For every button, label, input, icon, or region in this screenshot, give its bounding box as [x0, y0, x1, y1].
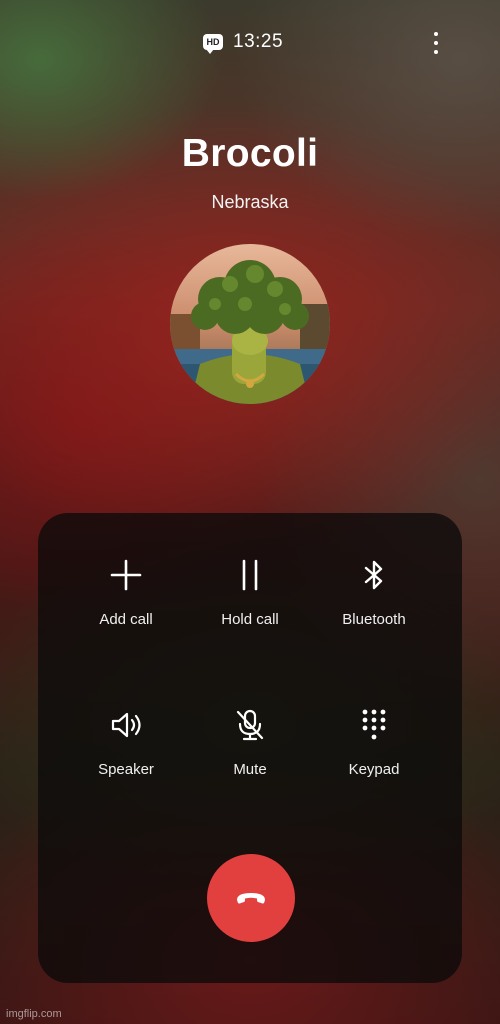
hold-call-label: Hold call [221, 611, 279, 628]
speaker-label: Speaker [98, 761, 154, 778]
mute-button[interactable]: Mute [180, 707, 320, 797]
more-options-icon[interactable] [424, 30, 448, 56]
hd-voice-icon: HD [203, 34, 223, 54]
speaker-icon [108, 707, 144, 743]
bluetooth-button[interactable]: Bluetooth [304, 557, 444, 647]
hold-call-button[interactable]: Hold call [180, 557, 320, 647]
status-bar: HD 13:25 [0, 28, 500, 56]
status-center: HD 13:25 [203, 28, 283, 56]
add-call-label: Add call [99, 611, 153, 628]
add-call-button[interactable]: Add call [56, 557, 196, 647]
watermark: imgflip.com [6, 1008, 62, 1020]
keypad-button[interactable]: Keypad [304, 707, 444, 797]
keypad-label: Keypad [348, 761, 400, 778]
clock: 13:25 [233, 31, 284, 52]
bluetooth-label: Bluetooth [342, 611, 406, 628]
bluetooth-icon [356, 557, 392, 593]
caller-location: Nebraska [211, 192, 289, 212]
phone-hangup-icon [237, 893, 265, 904]
caller-name: Brocoli [181, 132, 319, 175]
pause-icon [232, 557, 268, 593]
mic-off-icon [232, 707, 268, 743]
plus-icon [108, 557, 144, 593]
end-call-button[interactable] [207, 854, 295, 942]
keypad-icon [356, 707, 392, 743]
caller-avatar [170, 244, 330, 404]
speaker-button[interactable]: Speaker [56, 707, 196, 797]
mute-label: Mute [233, 761, 267, 778]
